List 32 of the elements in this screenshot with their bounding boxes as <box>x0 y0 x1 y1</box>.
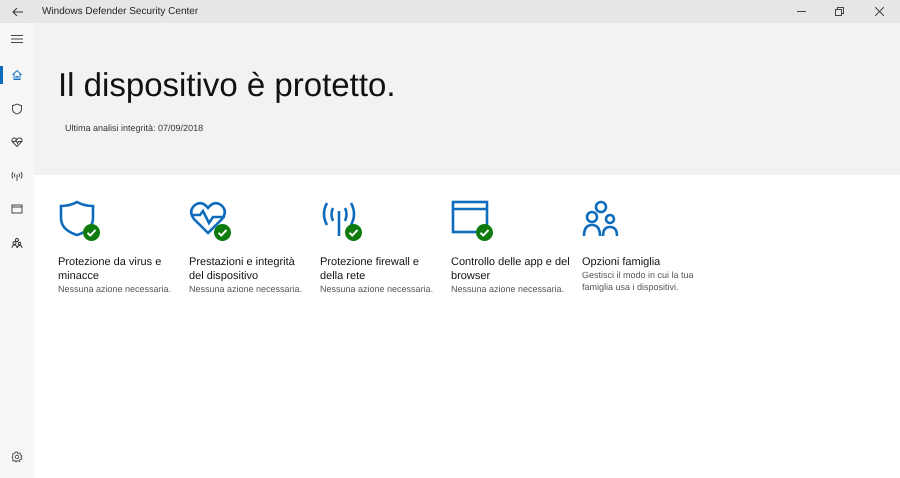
tile-description: Nessuna azione necessaria. <box>58 283 172 295</box>
menu-icon <box>11 35 23 43</box>
tile-description: Nessuna azione necessaria. <box>320 283 434 295</box>
antenna-icon <box>11 170 23 182</box>
tile-description: Gestisci il modo in cui la tua famiglia usa i dispositivi. <box>582 269 695 293</box>
close-icon <box>874 7 884 16</box>
tile-title[interactable]: Prestazioni e integrità del dispositivo <box>189 255 308 283</box>
restore-icon <box>834 7 844 16</box>
window-title: Windows Defender Security Center <box>42 5 198 19</box>
browser-window-icon <box>11 203 23 215</box>
tile-description: Nessuna azione necessaria. <box>451 283 566 295</box>
check-badge-icon <box>476 224 493 241</box>
check-badge-icon <box>83 224 100 241</box>
home-icon <box>11 69 23 81</box>
settings-icon <box>11 451 23 463</box>
shield-icon <box>58 199 96 237</box>
tile-title[interactable]: Opzioni famiglia <box>582 255 701 269</box>
heart-icon <box>11 136 23 148</box>
minimize-icon <box>796 11 806 12</box>
family-icon <box>582 199 620 237</box>
family-icon <box>11 236 23 248</box>
tile-title[interactable]: Protezione firewall e della rete <box>320 255 439 283</box>
tile-description: Nessuna azione necessaria. <box>189 283 304 295</box>
status-heading: Il dispositivo è protetto. <box>58 65 397 105</box>
last-scan-text: Ultima analisi integrità: 07/09/2018 <box>65 122 204 135</box>
tile-title[interactable]: Controllo delle app e del browser <box>451 255 570 283</box>
check-badge-icon <box>214 224 231 241</box>
shield-icon <box>11 102 23 114</box>
tile-title[interactable]: Protezione da virus e minacce <box>58 255 177 283</box>
check-badge-icon <box>345 224 362 241</box>
back-arrow-icon <box>12 6 22 16</box>
heart-icon <box>189 199 227 237</box>
